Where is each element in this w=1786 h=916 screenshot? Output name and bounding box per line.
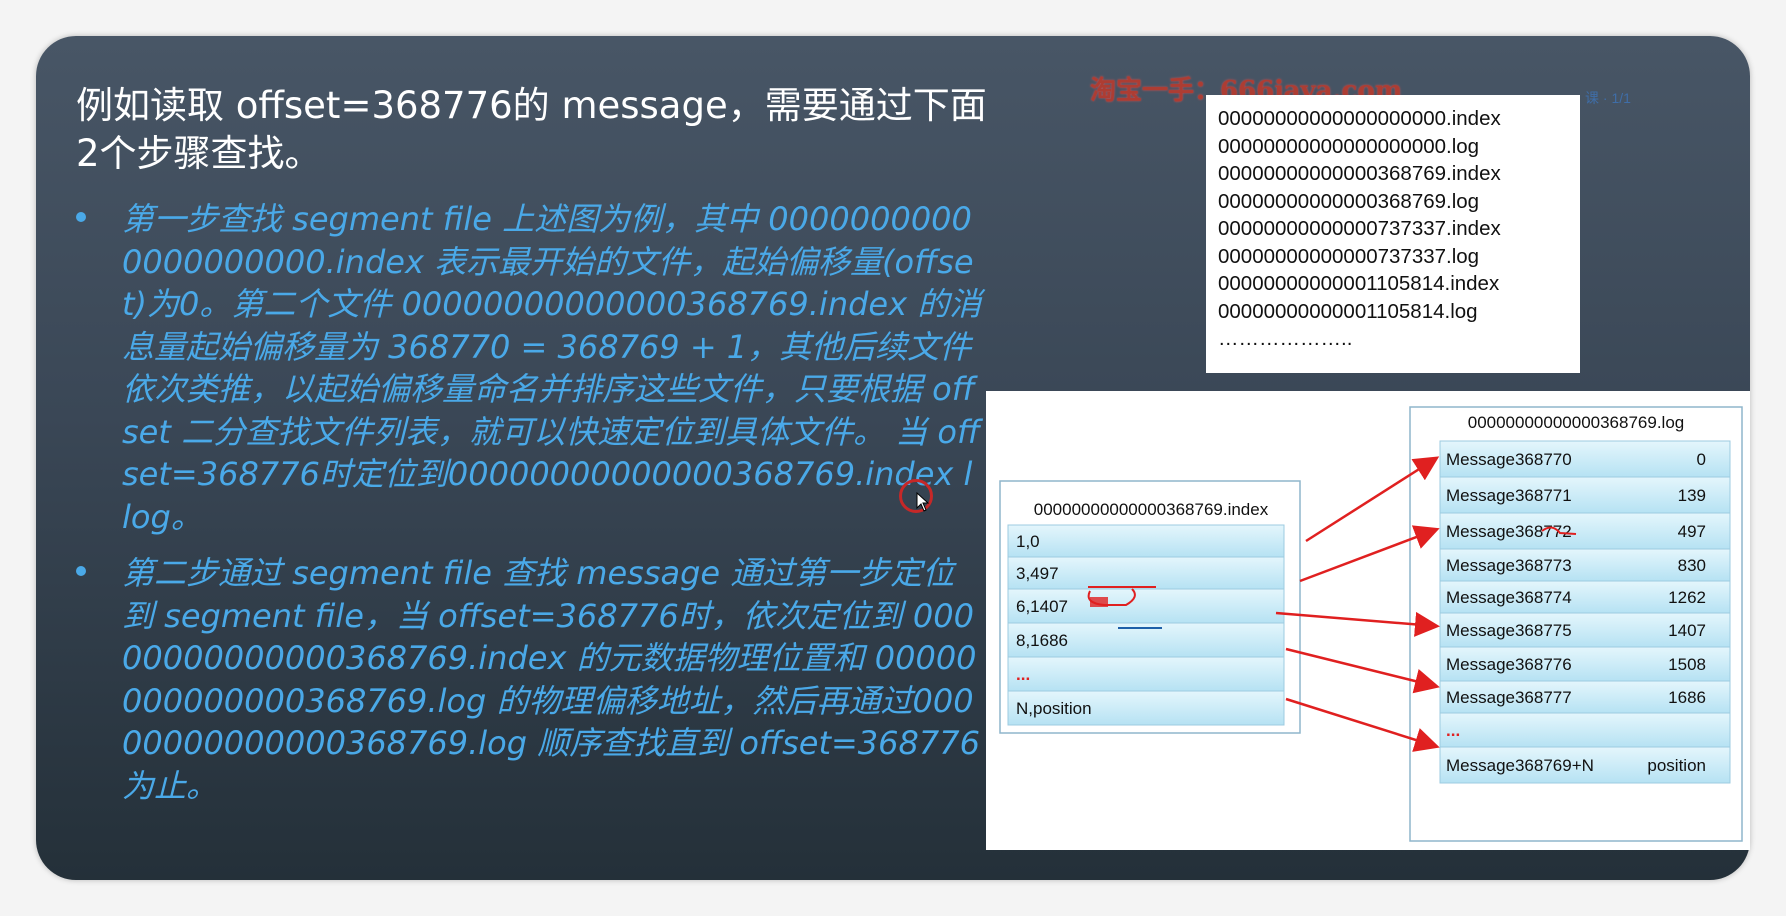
file-list-item: 00000000000000368769.index	[1218, 162, 1501, 185]
index-row-text: 8,1686	[1016, 631, 1068, 650]
log-row-position: position	[1647, 756, 1706, 775]
bullet-item-step2: 第二步通过 segment file 查找 message 通过第一步定位到 s…	[76, 552, 986, 807]
file-list-item: 00000000000001105814.log	[1218, 299, 1478, 323]
bullet-text-step1: 第一步查找 segment file 上述图为例，其中 000000000000…	[122, 200, 982, 536]
log-row-position: 1407	[1668, 621, 1706, 640]
annotation-mark	[1090, 597, 1108, 607]
log-row-message: Message368777	[1446, 688, 1572, 707]
index-row-cell	[1007, 656, 1285, 692]
file-list-item: 00000000000000737337.log	[1218, 244, 1480, 268]
file-list-item: 00000000000000368769.log	[1218, 189, 1480, 213]
bullet-text-step2: 第二步通过 segment file 查找 message 通过第一步定位到 s…	[122, 554, 980, 805]
index-row-text: 1,0	[1016, 532, 1040, 551]
log-row-message: Message368776	[1446, 655, 1572, 674]
index-rows: 1,0 3,497 6,1407 8,1686... N,position	[1007, 524, 1285, 726]
log-row-message: Message368775	[1446, 621, 1572, 640]
log-row-message: Message368770	[1446, 450, 1572, 469]
log-row-position: 497	[1678, 522, 1706, 541]
index-log-diagram: 00000000000000368769.index 1,0 3,497 6,140…	[986, 391, 1750, 850]
index-row-text: 6,1407	[1016, 597, 1068, 616]
log-row-position: 1508	[1668, 655, 1706, 674]
log-row-message: Message368774	[1446, 588, 1572, 607]
log-file-name: 00000000000000368769.log	[1468, 413, 1685, 432]
file-list-item: 00000000000000737337.index	[1218, 217, 1501, 240]
index-row-text: N,position	[1016, 699, 1092, 718]
file-list-item: 00000000000000000000.index	[1218, 107, 1501, 130]
bullet-dot-icon	[76, 566, 86, 576]
log-row-message: Message368773	[1446, 556, 1572, 575]
index-row-text: ...	[1016, 665, 1030, 684]
corner-mark: 课 · 1/1	[1585, 90, 1631, 106]
file-list-ellipsis: ………………..	[1218, 327, 1353, 350]
log-row-message: Message368772	[1446, 522, 1572, 541]
log-rows: Message368770 0 Message368771 139 Message368…	[1439, 440, 1731, 784]
log-row-position: 0	[1697, 450, 1706, 469]
log-row-position: 1262	[1668, 588, 1706, 607]
log-row-message: Message368771	[1446, 486, 1572, 505]
mouse-pointer-icon	[916, 492, 930, 512]
log-row-cell	[1439, 712, 1731, 748]
diagram-svg: 00000000000000368769.index 1,0 3,497 6,140…	[999, 406, 1743, 842]
log-row-message: ...	[1446, 721, 1460, 740]
slide-title: 例如读取 offset=368776的 message，需要通过下面2个步骤查找…	[76, 84, 987, 175]
segment-file-list: 00000000000000000000.index 0000000000000…	[1206, 95, 1580, 373]
index-row-cell	[1007, 524, 1285, 558]
bullet-dot-icon	[76, 212, 86, 222]
log-row-position: 139	[1678, 486, 1706, 505]
bullet-item-step1: 第一步查找 segment file 上述图为例，其中 000000000000…	[76, 198, 986, 538]
index-file-name: 00000000000000368769.index	[1034, 500, 1269, 519]
log-row-message: Message368769+N	[1446, 756, 1594, 775]
index-row-text: 3,497	[1016, 564, 1059, 583]
log-row-position: 1686	[1668, 688, 1706, 707]
file-list-item: 00000000000000000000.log	[1218, 134, 1480, 158]
log-row-position: 830	[1678, 556, 1706, 575]
file-list-item: 00000000000001105814.index	[1218, 272, 1500, 295]
bullet-list: 第一步查找 segment file 上述图为例，其中 000000000000…	[76, 198, 986, 821]
